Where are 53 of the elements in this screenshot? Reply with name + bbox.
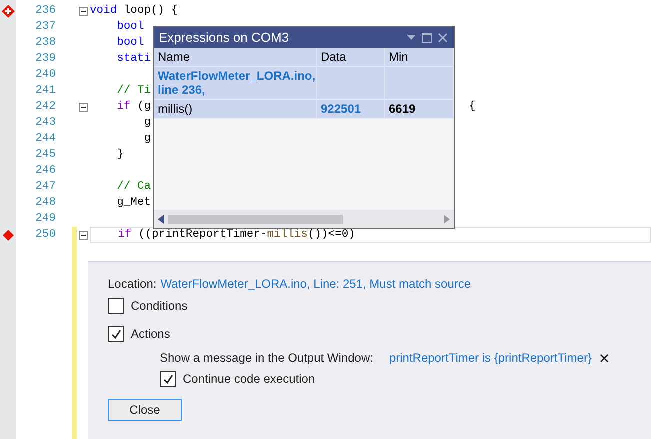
breakpoint-icon[interactable] xyxy=(2,230,14,240)
code-line: stati xyxy=(116,53,152,65)
code-line: if (g xyxy=(116,101,152,113)
window-title: Expressions on COM3 xyxy=(159,30,290,45)
line-number: 243 xyxy=(34,117,56,129)
checkbox-label: Actions xyxy=(131,327,170,341)
table-cell: 922501 xyxy=(317,100,385,119)
code-line: // Ti xyxy=(116,85,152,97)
checkbox-label: Conditions xyxy=(131,299,188,313)
checkbox[interactable] xyxy=(108,326,124,342)
code-line: bool xyxy=(116,37,144,49)
horizontal-scrollbar[interactable] xyxy=(154,210,454,228)
checkbox-label: Continue code execution xyxy=(183,372,316,386)
checkbox[interactable] xyxy=(108,298,124,314)
table-cell: millis() xyxy=(154,100,317,119)
line-number: 242 xyxy=(34,101,56,113)
code-line: if ((printReportTimer-millis())<=0) xyxy=(117,229,356,241)
code-line: // Ca xyxy=(116,181,152,193)
collapse-icon[interactable] xyxy=(79,230,88,240)
location-link[interactable]: WaterFlowMeter_LORA.ino, Line: 251, Must match source xyxy=(160,277,472,291)
line-number: 245 xyxy=(34,149,56,161)
code-line: bool xyxy=(116,21,144,33)
code-line: } xyxy=(116,149,124,161)
line-number: 237 xyxy=(34,21,56,33)
code-line: g xyxy=(143,133,152,145)
line-number: 241 xyxy=(34,85,56,97)
line-number: 247 xyxy=(34,181,56,193)
line-number: 246 xyxy=(34,165,56,177)
collapse-icon[interactable] xyxy=(79,6,88,16)
code-text: { xyxy=(469,101,476,113)
scroll-left-icon[interactable] xyxy=(158,214,164,224)
collapse-icon[interactable] xyxy=(79,102,88,112)
maximize-icon[interactable] xyxy=(422,32,432,42)
table-cell: 6619 xyxy=(385,100,454,119)
message-label: Show a message in the Output Window: xyxy=(160,351,374,365)
close-button[interactable]: Close xyxy=(108,399,182,421)
breakpoint-icon[interactable] xyxy=(2,4,14,18)
message-field[interactable]: printReportTimer is {printReportTimer} xyxy=(389,351,592,365)
code-line: void loop() { xyxy=(90,5,178,17)
line-number: 250 xyxy=(34,229,56,241)
code-line: g xyxy=(143,117,152,129)
line-number: 248 xyxy=(34,197,56,209)
line-number: 249 xyxy=(34,213,56,225)
line-number: 238 xyxy=(34,37,56,49)
location-label: Location: xyxy=(108,277,157,291)
line-number: 240 xyxy=(34,69,56,81)
line-number: 236 xyxy=(34,5,56,17)
close-icon[interactable] xyxy=(600,354,609,362)
dropdown-icon[interactable] xyxy=(407,35,416,40)
line-number: 239 xyxy=(34,53,56,65)
line-number: 244 xyxy=(34,133,56,145)
code-line: g_Met xyxy=(116,197,152,209)
checkbox[interactable] xyxy=(160,371,176,387)
